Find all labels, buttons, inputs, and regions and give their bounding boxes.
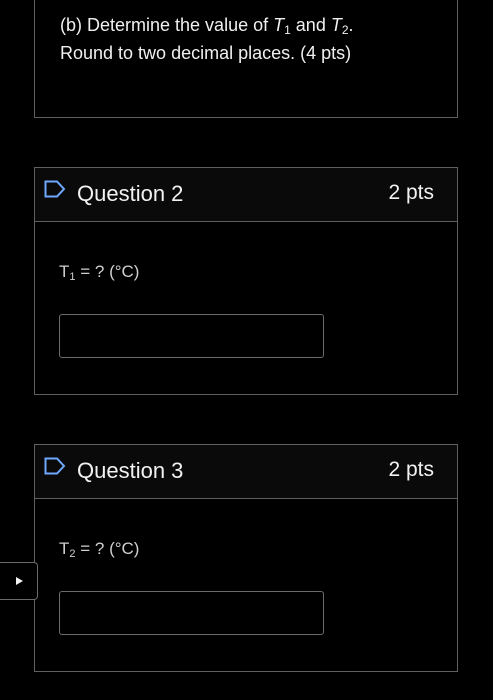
question-3-points: 2 pts (388, 458, 434, 481)
rounding-instruction: Round to two decimal places. (4 pts) (60, 43, 352, 63)
question-2-prompt: T1 = ? (°C) (59, 262, 140, 283)
question-3-prompt: T2 = ? (°C) (59, 539, 140, 560)
prompt-text: = ? (°C) (75, 262, 140, 281)
t1-subscript: 1 (284, 23, 291, 37)
period-text: . (348, 15, 354, 35)
t1-variable: T (273, 15, 285, 35)
t2-variable: T (330, 15, 342, 35)
question-2-answer-input[interactable] (59, 314, 324, 358)
prompt-text: = ? (°C) (75, 539, 140, 558)
question-2-body: T1 = ? (°C) (35, 222, 457, 394)
question-2-header: Question 2 2 pts (35, 168, 457, 222)
instruction-text: (b) Determine the value of (60, 15, 274, 35)
question-3-body: T2 = ? (°C) (35, 499, 457, 671)
flag-outline-icon[interactable] (44, 180, 66, 198)
question-instructions: (b) Determine the value of T1 and T2. Ro… (60, 11, 447, 67)
question-3-answer-input[interactable] (59, 591, 324, 635)
question-2-card: Question 2 2 pts T1 = ? (°C) (34, 167, 458, 395)
prompt-variable: T (59, 539, 70, 558)
question-2-points: 2 pts (388, 181, 434, 204)
t2-subscript: 2 (341, 23, 349, 37)
question-3-header: Question 3 2 pts (35, 445, 457, 499)
play-triangle-icon (15, 577, 23, 585)
prompt-variable: T (59, 262, 70, 281)
and-text: and (290, 15, 331, 35)
question-3-title: Question 3 (77, 458, 184, 483)
flag-outline-icon[interactable] (44, 457, 66, 475)
previous-question-card: (b) Determine the value of T1 and T2. Ro… (34, 0, 458, 118)
question-3-card: Question 3 2 pts T2 = ? (°C) (34, 444, 458, 672)
question-2-title: Question 2 (77, 181, 184, 206)
side-panel-toggle-button[interactable] (0, 562, 38, 600)
